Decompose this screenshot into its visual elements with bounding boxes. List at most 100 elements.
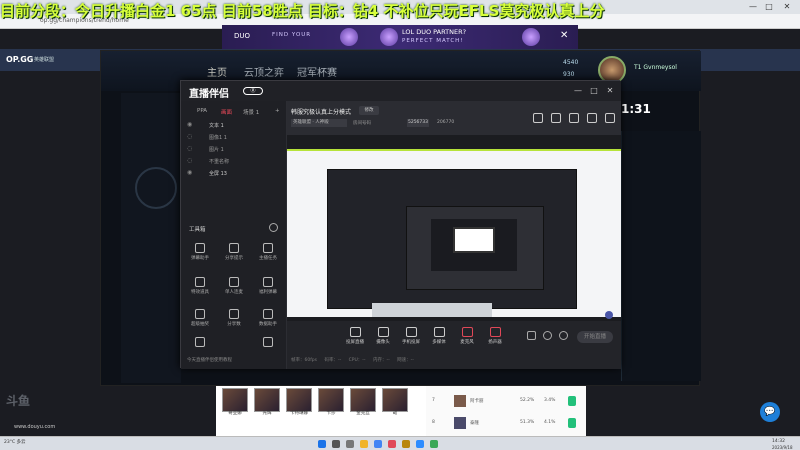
eye-icon[interactable]: ◌ bbox=[187, 145, 192, 152]
add-scene-button[interactable]: + bbox=[275, 108, 280, 114]
share-icon[interactable] bbox=[605, 113, 615, 123]
champion-portrait[interactable] bbox=[222, 388, 248, 412]
client-nav-cup[interactable]: 冠军杯赛 bbox=[297, 64, 337, 79]
record-icon[interactable] bbox=[527, 331, 536, 340]
champion-portrait[interactable] bbox=[350, 388, 376, 412]
grid-icon[interactable] bbox=[569, 113, 579, 123]
champion-icon bbox=[454, 395, 466, 407]
side-tab-scene[interactable]: 画面 bbox=[221, 108, 232, 116]
start-icon[interactable] bbox=[318, 440, 326, 448]
taskbar-date: 2023/9/18 bbox=[772, 445, 793, 450]
eye-icon[interactable]: ◌ bbox=[187, 133, 192, 140]
effects-icon bbox=[195, 277, 205, 287]
settings-icon[interactable] bbox=[587, 113, 597, 123]
champion-name: 奇亚娜 bbox=[228, 411, 242, 416]
btn-media[interactable]: 多媒体 bbox=[425, 327, 453, 345]
app-close-icon[interactable]: ✕ bbox=[605, 86, 615, 96]
source-label: 不重名称 bbox=[209, 159, 230, 165]
mic-icon bbox=[229, 277, 239, 287]
champion-portrait[interactable] bbox=[382, 388, 408, 412]
app-icon[interactable] bbox=[430, 440, 438, 448]
eye-icon[interactable]: ◉ bbox=[187, 169, 192, 176]
source-item[interactable]: ◉ 全屏 13 bbox=[181, 169, 287, 179]
stream-preview[interactable] bbox=[287, 135, 621, 321]
lol-client-icon[interactable] bbox=[402, 440, 410, 448]
tool-share-tip[interactable]: 分享提示 bbox=[219, 241, 249, 269]
minimize-icon[interactable]: — bbox=[748, 2, 758, 12]
side-tab-scene-1[interactable]: 场景 1 bbox=[243, 108, 259, 116]
champion-name: 卡特琳娜 bbox=[290, 411, 308, 416]
table-row[interactable]: 8 泰隆 51.3% 4.1% bbox=[426, 416, 586, 430]
ranking-table: 7 阿卡丽 52.2% 3.4% 8 泰隆 51.3% 4.1% bbox=[426, 386, 586, 436]
source-item[interactable]: ◌ 不重名称 bbox=[181, 157, 287, 167]
edit-title-button[interactable]: 修改 bbox=[359, 106, 379, 115]
room-category[interactable]: 英雄联盟 · 人神殿 bbox=[291, 119, 347, 127]
more-icon[interactable] bbox=[269, 223, 278, 232]
tool-welfare[interactable]: 福利弹幕 bbox=[253, 275, 283, 303]
close-icon[interactable]: ✕ bbox=[782, 2, 792, 12]
ad-close-icon[interactable]: ✕ bbox=[560, 30, 568, 41]
client-nav-tft[interactable]: 云顶之弈 bbox=[244, 64, 284, 79]
client-nav-home[interactable]: 主页 bbox=[207, 64, 227, 79]
app-minimize-icon[interactable]: — bbox=[573, 86, 583, 96]
tier-badge bbox=[568, 396, 576, 406]
chat-support-button[interactable]: 💬 bbox=[760, 402, 780, 422]
champion-portrait[interactable] bbox=[254, 388, 280, 412]
source-item[interactable]: ◉ 文本 1 bbox=[181, 121, 287, 131]
btn-speaker[interactable]: 扬声器 bbox=[481, 327, 509, 345]
tool-task[interactable]: 主播任务 bbox=[253, 241, 283, 269]
settings-gear-icon[interactable] bbox=[559, 331, 568, 340]
tutorial-notice[interactable]: 今天直播伴侣使用教程 bbox=[187, 357, 232, 363]
btn-camera[interactable]: 摄像头 bbox=[369, 327, 397, 345]
tool-share-count[interactable]: 分享数 bbox=[219, 307, 249, 335]
speaker-icon bbox=[489, 327, 501, 337]
search-icon[interactable] bbox=[332, 440, 340, 448]
tool-solo-mic[interactable]: 单人连麦 bbox=[219, 275, 249, 303]
room-number-label: 房间号码 bbox=[353, 121, 371, 126]
eye-icon[interactable]: ◉ bbox=[187, 121, 192, 128]
explorer-icon[interactable] bbox=[360, 440, 368, 448]
streaming-app-icon[interactable] bbox=[388, 440, 396, 448]
source-item[interactable]: ◌ 图片 1 bbox=[181, 145, 287, 155]
eye-icon[interactable]: ◌ bbox=[187, 157, 192, 164]
tool-effects[interactable]: 特效道具 bbox=[185, 275, 215, 303]
source-label: 图像1 1 bbox=[209, 135, 227, 141]
chat-icon bbox=[195, 243, 205, 253]
btn-phone-cast[interactable]: 手机投屏 bbox=[397, 327, 425, 345]
preview-screen bbox=[287, 151, 621, 317]
tool-data[interactable]: 数据助手 bbox=[253, 307, 283, 335]
tool-lottery[interactable]: 超级抽奖 bbox=[185, 307, 215, 335]
champion-portrait[interactable] bbox=[318, 388, 344, 412]
notice-icon[interactable] bbox=[551, 113, 561, 123]
ad-headline: LOL DUO PARTNER? bbox=[402, 28, 467, 36]
duo-ad-banner[interactable]: DUO FIND YOUR LOL DUO PARTNER? PERFECT M… bbox=[222, 25, 578, 49]
tool-danmu[interactable]: 弹幕助手 bbox=[185, 241, 215, 269]
side-tab-ppa[interactable]: PPA bbox=[197, 108, 207, 114]
start-stream-button[interactable]: 开始直播 bbox=[577, 331, 613, 343]
taskbar-weather[interactable]: 23°C 多云 bbox=[4, 439, 26, 445]
tool-pk[interactable] bbox=[253, 335, 283, 363]
beauty-icon[interactable] bbox=[543, 331, 552, 340]
source-label: 全屏 13 bbox=[209, 171, 227, 177]
champion-list: 奇亚娜 光辉 卡特琳娜 卡莎 金克丝 劫 7 阿卡丽 52.2% 3.4% 8 … bbox=[216, 386, 586, 436]
room-title: 韩服究极认真上分模式 bbox=[291, 109, 352, 116]
opgg-game-selector[interactable]: 英雄联盟 bbox=[34, 56, 54, 63]
btn-cast-stream[interactable]: 投屏直播 bbox=[341, 327, 369, 345]
opgg-logo[interactable]: OP.GG bbox=[6, 55, 33, 64]
table-row[interactable]: 7 阿卡丽 52.2% 3.4% bbox=[426, 394, 586, 408]
taskview-icon[interactable] bbox=[346, 440, 354, 448]
cast-icon bbox=[349, 327, 361, 337]
source-item[interactable]: ◌ 图像1 1 bbox=[181, 133, 287, 143]
pk-icon bbox=[263, 337, 273, 347]
app-icon[interactable] bbox=[416, 440, 424, 448]
taskbar-clock[interactable]: 14:32 bbox=[772, 439, 785, 444]
lock-icon[interactable] bbox=[533, 113, 543, 123]
ad-avatar-icon bbox=[340, 28, 358, 46]
chrome-icon[interactable] bbox=[374, 440, 382, 448]
champion-name: 卡莎 bbox=[326, 411, 336, 416]
app-titlebar: 直播伴侣 Ⓡ — □ ✕ bbox=[181, 81, 621, 101]
btn-microphone[interactable]: 麦克风 bbox=[453, 327, 481, 345]
app-maximize-icon[interactable]: □ bbox=[589, 86, 599, 96]
maximize-icon[interactable]: □ bbox=[764, 2, 774, 12]
champion-portrait[interactable] bbox=[286, 388, 312, 412]
